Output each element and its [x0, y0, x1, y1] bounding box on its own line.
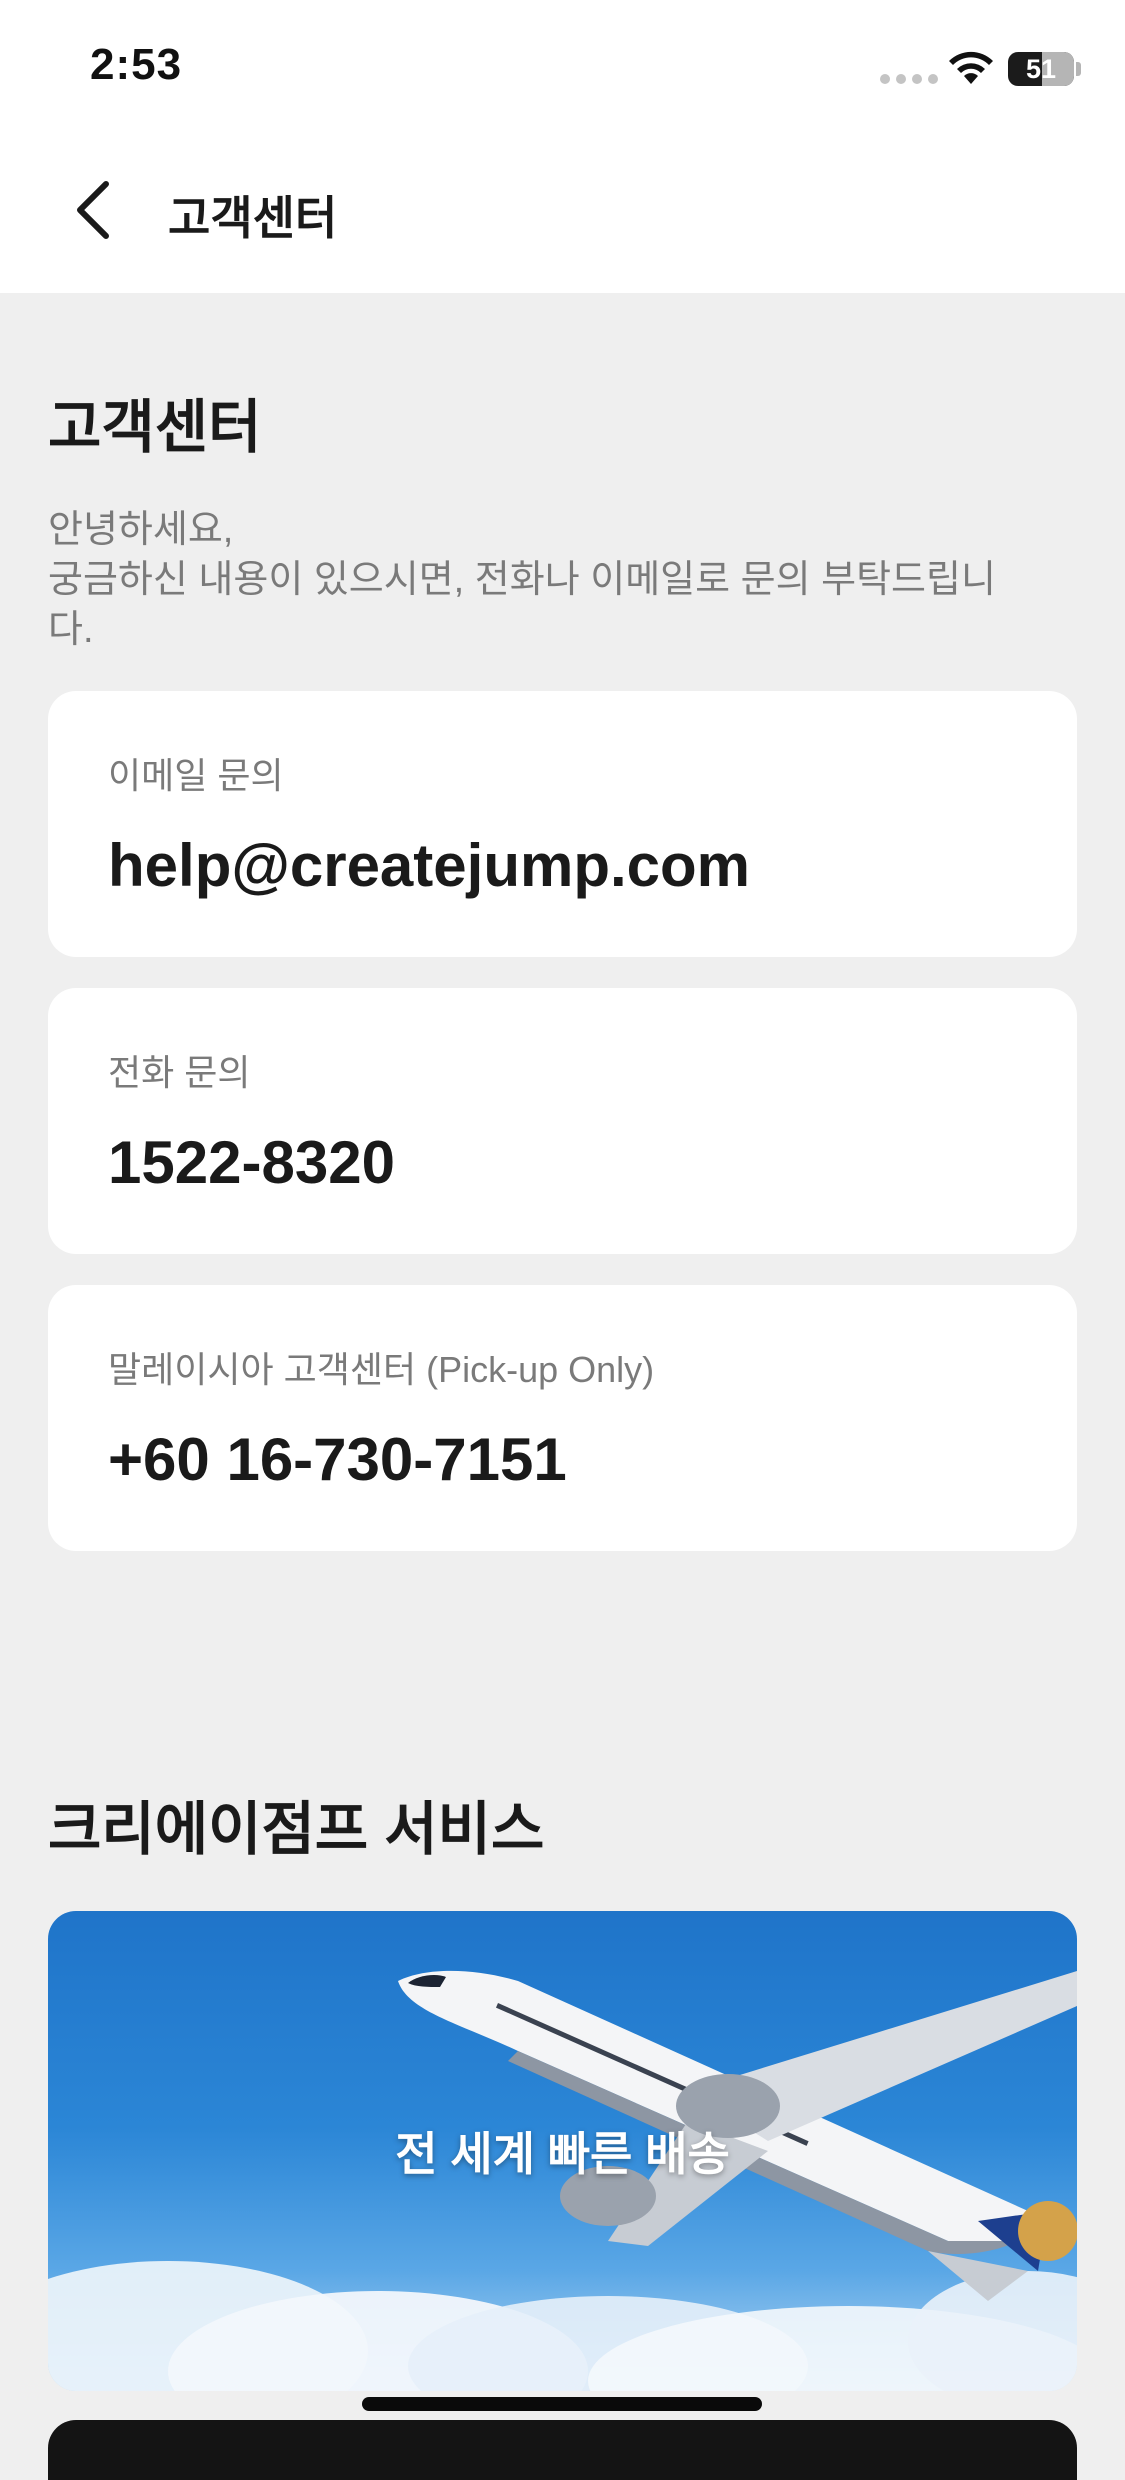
services-heading: 크리에이점프 서비스	[48, 1797, 545, 1862]
phone-label: 전화 문의	[108, 1052, 251, 1093]
phone-card[interactable]: 전화 문의 1522-8320	[48, 988, 1077, 1254]
cellular-signal-icon	[880, 74, 938, 84]
next-service-banner[interactable]	[48, 2420, 1077, 2480]
status-time: 2:53	[90, 40, 183, 89]
battery-level: 51	[1025, 54, 1057, 84]
back-button[interactable]	[60, 170, 130, 250]
home-indicator	[362, 2397, 762, 2411]
chevron-left-icon	[77, 181, 109, 239]
status-bar: 2:53 51	[0, 0, 1125, 130]
malaysia-label: 말레이시아 고객센터 (Pick-up Only)	[108, 1349, 655, 1390]
wifi-icon	[949, 51, 993, 84]
nav-title: 고객센터	[168, 192, 338, 244]
email-label: 이메일 문의	[108, 755, 284, 796]
support-intro: 안녕하세요, 궁금하신 내용이 있으시면, 전화나 이메일로 문의 부탁드립니 …	[48, 509, 996, 651]
shipping-banner[interactable]: 전 세계 빠른 배송	[48, 1911, 1077, 2391]
email-value[interactable]: help@createjump.com	[108, 831, 750, 900]
battery-icon: 51	[1008, 52, 1074, 86]
phone-value[interactable]: 1522-8320	[108, 1128, 395, 1197]
banner-title: 전 세계 빠른 배송	[395, 2128, 730, 2180]
support-heading: 고객센터	[48, 395, 262, 460]
nav-bar: 고객센터	[0, 130, 1125, 293]
malaysia-card[interactable]: 말레이시아 고객센터 (Pick-up Only) +60 16-730-715…	[48, 1285, 1077, 1551]
malaysia-phone-value[interactable]: +60 16-730-7151	[108, 1425, 567, 1494]
email-card[interactable]: 이메일 문의 help@createjump.com	[48, 691, 1077, 957]
